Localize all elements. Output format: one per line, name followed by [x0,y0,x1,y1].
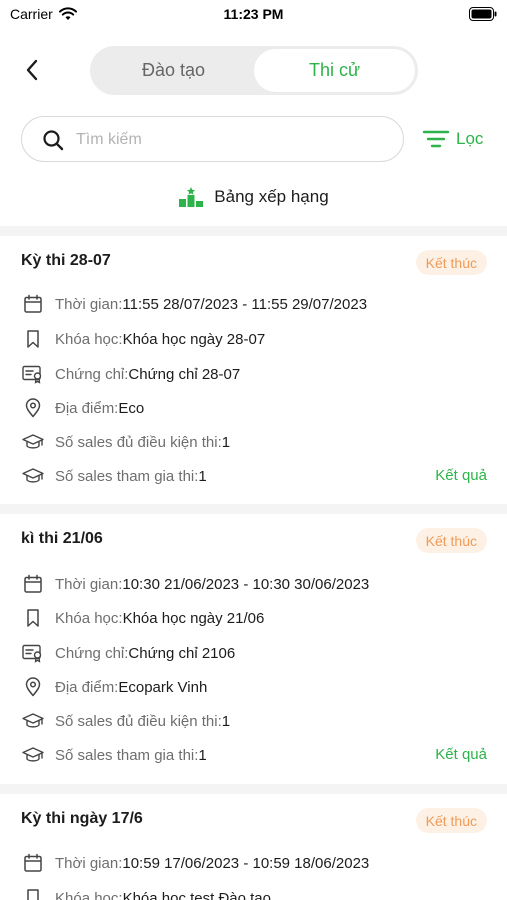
location-label: Địa điểm: [55,678,119,696]
bookmark-icon [21,327,45,351]
graduation-cap-icon [21,709,45,733]
back-button[interactable] [18,56,46,84]
exam-eligible-row: Số sales đủ điều kiện thi: 1 [21,430,230,454]
exam-card[interactable]: Kỳ thi ngày 17/6 Kết thúc Thời gian: 10:… [0,794,507,900]
leaderboard-icon [179,187,204,207]
certificate-label: Chứng chỉ: [55,365,129,383]
search-row: Lọc [0,116,507,162]
chevron-left-icon [26,59,38,81]
exam-participants-row: Số sales tham gia thi: 1 [21,464,207,488]
search-input[interactable] [76,127,386,153]
graduation-cap-icon [21,430,45,454]
calendar-icon [21,572,45,596]
battery-icon [469,7,497,21]
location-label: Địa điểm: [55,399,119,417]
course-value: Khóa học ngày 21/06 [122,609,265,627]
filter-label: Lọc [456,129,484,148]
status-badge: Kết thúc [415,250,487,275]
course-label: Khóa học: [55,889,123,900]
exam-certificate-row: Chứng chỉ: Chứng chỉ 28-07 [21,362,240,386]
time-label: Thời gian: [55,575,123,593]
exam-card[interactable]: kì thi 21/06 Kết thúc Thời gian: 10:30 2… [0,514,507,784]
bookmark-icon [21,886,45,900]
exam-location-row: Địa điểm: Eco [21,396,144,420]
time-label: Thời gian: [55,854,123,872]
location-value: Ecopark Vinh [118,678,208,696]
calendar-icon [21,292,45,316]
eligible-label: Số sales đủ điều kiện thi: [55,712,222,730]
header: Đào tạo Thi cử [0,44,507,98]
eligible-value: 1 [221,433,231,451]
course-label: Khóa học: [55,609,123,627]
section-divider [0,784,507,794]
search-icon [43,130,64,151]
status-badge: Kết thúc [415,528,487,553]
result-link[interactable]: Kết quả [435,467,487,484]
exam-participants-row: Số sales tham gia thi: 1 [21,743,207,767]
participants-value: 1 [198,746,207,764]
certificate-icon [21,362,45,386]
tab-dao-tao[interactable]: Đào tạo [93,49,254,92]
status-time: 11:23 PM [223,6,284,22]
exam-certificate-row: Chứng chỉ: Chứng chỉ 2106 [21,641,235,665]
section-divider [0,226,507,236]
certificate-label: Chứng chỉ: [55,644,129,662]
course-value: Khóa học ngày 28-07 [122,330,266,348]
filter-button[interactable]: Lọc [422,126,483,152]
calendar-icon [21,851,45,875]
segmented-control: Đào tạo Thi cử [90,46,418,95]
time-label: Thời gian: [55,295,123,313]
exam-title: Kỳ thi ngày 17/6 [21,810,143,827]
time-value: 10:30 21/06/2023 - 10:30 30/06/2023 [122,575,370,593]
certificate-value: Chứng chỉ 28-07 [128,365,241,383]
participants-label: Số sales tham gia thi: [55,467,199,485]
certificate-icon [21,641,45,665]
result-link[interactable]: Kết quả [435,746,487,763]
exam-time-row: Thời gian: 10:30 21/06/2023 - 10:30 30/0… [21,572,369,596]
course-label: Khóa học: [55,330,123,348]
bookmark-icon [21,606,45,630]
exam-course-row: Khóa học: Khóa học test Đào tạo [21,886,271,900]
exam-title: kì thi 21/06 [21,530,103,547]
location-pin-icon [21,675,45,699]
time-value: 10:59 17/06/2023 - 10:59 18/06/2023 [122,854,370,872]
exam-time-row: Thời gian: 11:55 28/07/2023 - 11:55 29/0… [21,292,367,316]
tab-thi-cu[interactable]: Thi cử [254,49,415,92]
eligible-value: 1 [221,712,231,730]
graduation-cap-icon [21,743,45,767]
participants-value: 1 [198,467,207,485]
exam-card[interactable]: Kỳ thi 28-07 Kết thúc Thời gian: 11:55 2… [0,236,507,504]
ranking-label: Bảng xếp hạng [214,187,329,206]
time-value: 11:55 28/07/2023 - 11:55 29/07/2023 [122,295,368,313]
location-pin-icon [21,396,45,420]
filter-icon [422,130,450,148]
status-badge: Kết thúc [415,808,487,833]
certificate-value: Chứng chỉ 2106 [128,644,236,662]
exam-location-row: Địa điểm: Ecopark Vinh [21,675,207,699]
search-box [21,116,404,162]
participants-label: Số sales tham gia thi: [55,746,199,764]
course-value: Khóa học test Đào tạo [122,889,271,900]
exam-title: Kỳ thi 28-07 [21,252,111,269]
exam-course-row: Khóa học: Khóa học ngày 28-07 [21,327,265,351]
exam-time-row: Thời gian: 10:59 17/06/2023 - 10:59 18/0… [21,851,369,875]
exam-eligible-row: Số sales đủ điều kiện thi: 1 [21,709,230,733]
section-divider [0,504,507,514]
exam-course-row: Khóa học: Khóa học ngày 21/06 [21,606,264,630]
location-value: Eco [118,399,145,417]
eligible-label: Số sales đủ điều kiện thi: [55,433,222,451]
status-bar: Carrier 11:23 PM [0,0,507,30]
graduation-cap-icon [21,464,45,488]
ranking-link[interactable]: Bảng xếp hạng [0,183,507,211]
